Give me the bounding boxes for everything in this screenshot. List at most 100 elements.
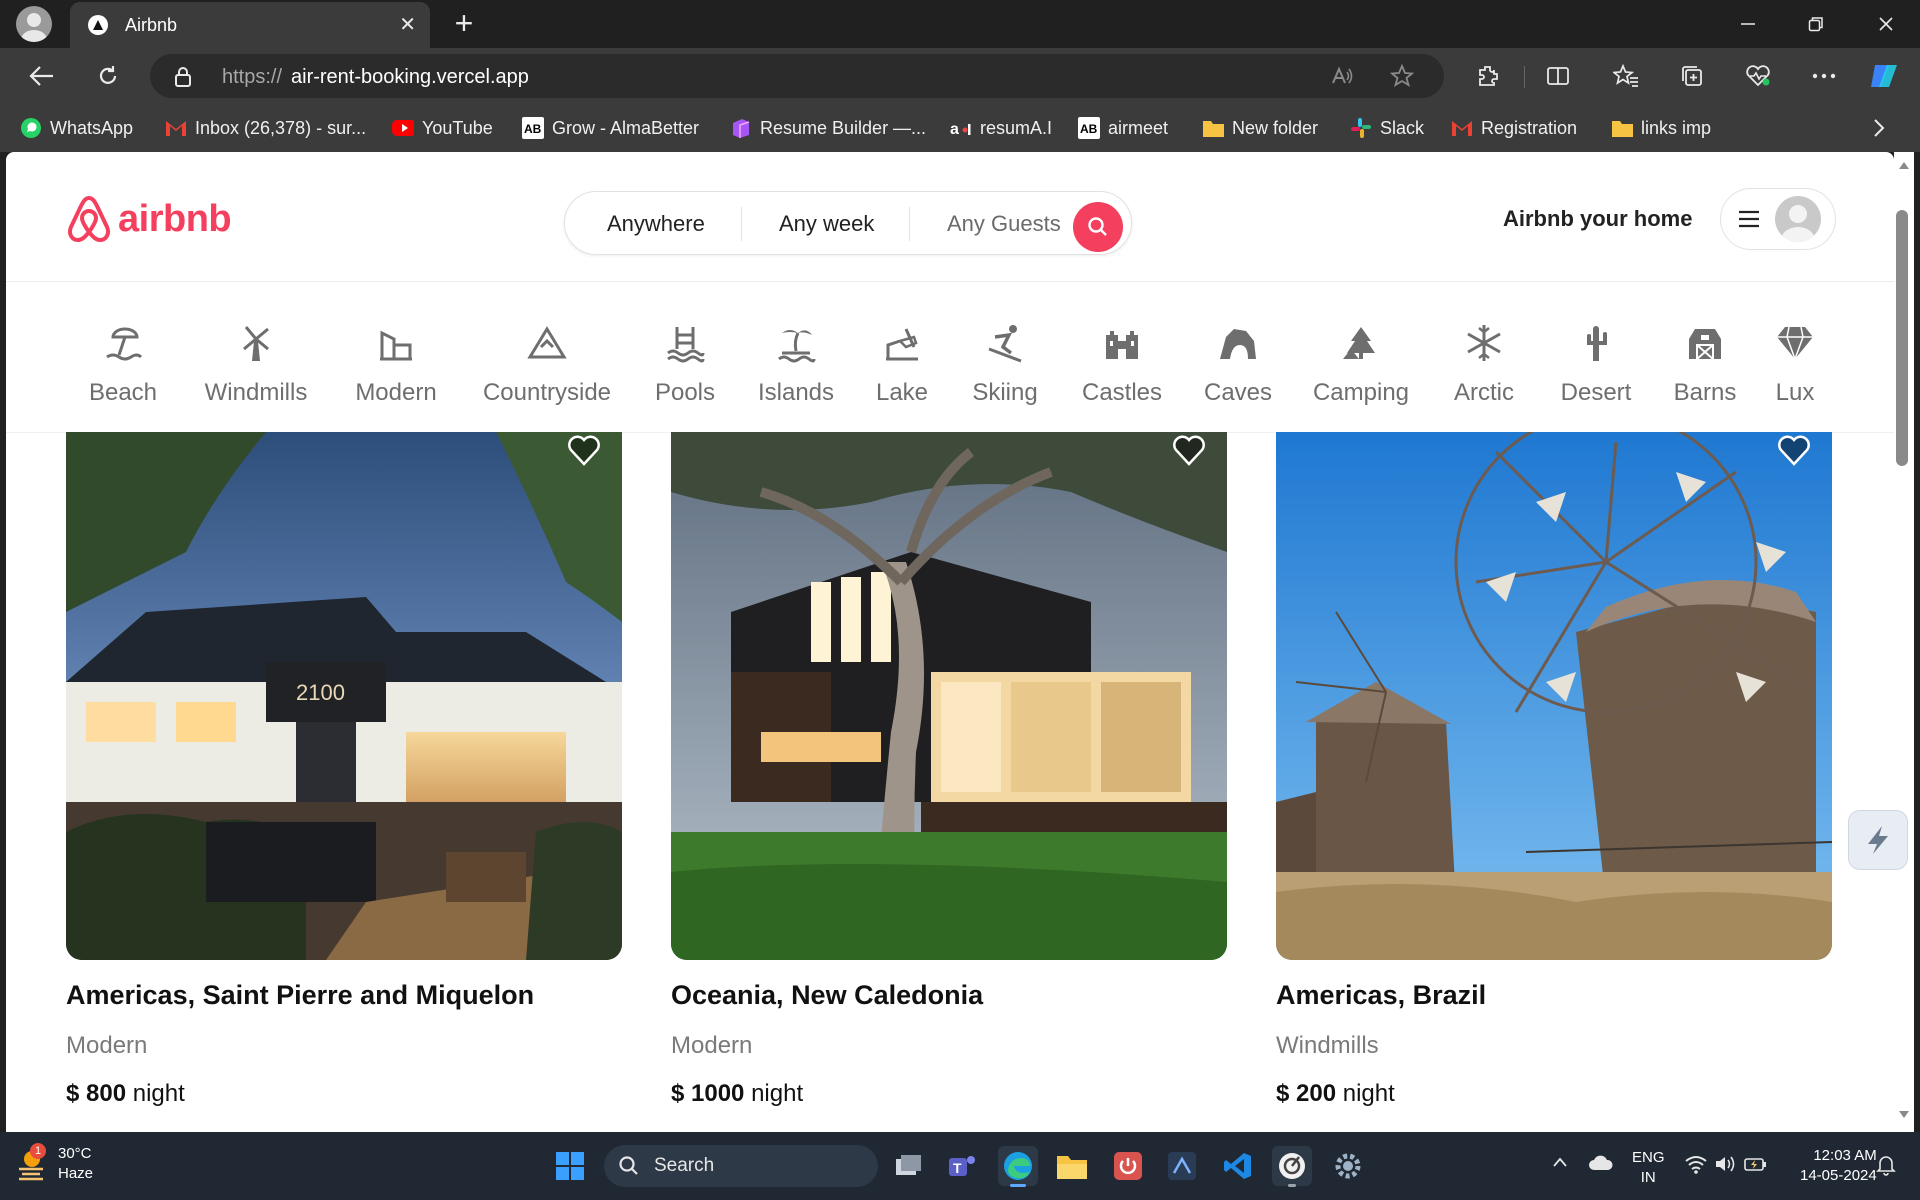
more-options-icon[interactable] xyxy=(1806,58,1842,94)
bookmark-links-imp[interactable]: links imp xyxy=(1611,116,1711,140)
listing-card[interactable]: Oceania, New Caledonia Modern $ 1000 nig… xyxy=(671,432,1227,1132)
recording-app-icon[interactable] xyxy=(1272,1146,1312,1187)
category-beach[interactable]: Beach xyxy=(70,283,176,433)
onedrive-icon[interactable] xyxy=(1588,1154,1614,1172)
search-button[interactable] xyxy=(1073,202,1123,252)
new-tab-button[interactable]: + xyxy=(448,7,480,40)
category-camping[interactable]: Camping xyxy=(1306,283,1416,433)
gmail-icon xyxy=(1451,117,1473,139)
volume-icon[interactable] xyxy=(1714,1154,1736,1174)
code-tool-icon[interactable] xyxy=(1162,1146,1202,1186)
split-screen-icon[interactable] xyxy=(1540,58,1576,94)
heart-icon[interactable] xyxy=(1171,432,1207,468)
bookmark-new-folder[interactable]: New folder xyxy=(1202,116,1318,140)
scrollbar-thumb[interactable] xyxy=(1896,210,1908,466)
taskbar-search[interactable]: Search xyxy=(604,1145,878,1187)
favorites-icon[interactable] xyxy=(1608,58,1644,94)
airbnb-logo[interactable]: airbnb xyxy=(66,194,232,244)
listing-location: Americas, Brazil xyxy=(1276,980,1487,1010)
copilot-icon[interactable] xyxy=(1866,58,1902,94)
language-indicator[interactable]: ENG IN xyxy=(1632,1148,1665,1188)
clock[interactable]: 12:03 AM 14-05-2024 xyxy=(1800,1146,1877,1186)
bookmark-slack[interactable]: Slack xyxy=(1350,116,1424,140)
listing-location: Oceania, New Caledonia xyxy=(671,980,984,1010)
category-lake[interactable]: Lake xyxy=(870,283,934,433)
category-modern[interactable]: Modern xyxy=(348,283,444,433)
refresh-icon[interactable] xyxy=(90,58,126,94)
scroll-up-icon[interactable] xyxy=(1898,160,1910,170)
airbnb-your-home-link[interactable]: Airbnb your home xyxy=(1503,206,1692,232)
category-arctic[interactable]: Arctic xyxy=(1442,283,1526,433)
guests-filter[interactable]: Any Guests xyxy=(947,192,1061,256)
island-icon xyxy=(774,321,818,365)
category-countryside[interactable]: Countryside xyxy=(476,283,618,433)
modern-house-photo xyxy=(671,432,1227,960)
scroll-down-icon[interactable] xyxy=(1898,1110,1910,1120)
folder-icon xyxy=(1611,117,1633,139)
vscode-icon[interactable] xyxy=(1218,1146,1258,1186)
tab-close-icon[interactable]: ✕ xyxy=(399,13,416,37)
battery-icon[interactable] xyxy=(1744,1154,1768,1174)
close-window-icon[interactable] xyxy=(1858,6,1914,42)
back-icon[interactable] xyxy=(24,58,60,94)
category-pools[interactable]: Pools xyxy=(646,283,724,433)
search-bar[interactable]: Anywhere Any week Any Guests xyxy=(564,191,1132,255)
bookmark-resume-builder[interactable]: Resume Builder —... xyxy=(730,116,926,140)
heart-icon[interactable] xyxy=(566,432,602,468)
bookmark-whatsapp[interactable]: WhatsApp xyxy=(20,116,133,140)
teams-icon[interactable]: T xyxy=(942,1146,982,1186)
listing-card[interactable]: Americas, Brazil Windmills $ 200 night xyxy=(1276,432,1832,1132)
notification-bell-icon[interactable] xyxy=(1876,1154,1896,1176)
settings-gear-icon[interactable] xyxy=(1328,1146,1368,1186)
windows-start-icon[interactable] xyxy=(550,1146,590,1186)
bookmark-resumai[interactable]: a resumA.I xyxy=(950,116,1052,140)
category-barns[interactable]: Barns xyxy=(1666,283,1744,433)
site-header: airbnb Anywhere Any week Any Guests Airb… xyxy=(6,152,1894,282)
category-skiing[interactable]: Skiing xyxy=(964,283,1046,433)
category-windmills[interactable]: Windmills xyxy=(194,283,318,433)
category-caves[interactable]: Caves xyxy=(1196,283,1280,433)
search-icon xyxy=(619,1156,638,1175)
resumai-icon: a xyxy=(950,117,972,139)
bookmarks-overflow-chevron-icon[interactable] xyxy=(1872,116,1886,140)
address-bar[interactable]: https:// air-rent-booking.vercel.app xyxy=(150,54,1444,98)
bookmark-youtube[interactable]: YouTube xyxy=(392,116,493,140)
modern-icon xyxy=(374,321,418,365)
office-app-icon[interactable] xyxy=(1108,1146,1148,1186)
category-castles[interactable]: Castles xyxy=(1074,283,1170,433)
url-scheme: https:// xyxy=(222,66,283,88)
category-desert[interactable]: Desert xyxy=(1552,283,1640,433)
extensions-icon[interactable] xyxy=(1470,58,1506,94)
anywhere-filter[interactable]: Anywhere xyxy=(607,192,705,256)
tray-overflow-chevron-icon[interactable] xyxy=(1552,1156,1568,1168)
listing-card[interactable]: 2100 Americas, Saint Pierre and Miquelon… xyxy=(66,432,622,1132)
windmills-photo xyxy=(1276,432,1832,960)
category-lux[interactable]: Lux xyxy=(1770,283,1820,433)
listing-price: $ 1000 night xyxy=(671,1080,804,1107)
browser-tab[interactable]: Airbnb ✕ xyxy=(70,2,430,48)
user-menu-button[interactable] xyxy=(1720,188,1836,250)
bookmark-airmeet[interactable]: AB airmeet xyxy=(1078,116,1168,140)
bookmark-almabetter[interactable]: AB Grow - AlmaBetter xyxy=(522,116,699,140)
bookmark-registration[interactable]: Registration xyxy=(1451,116,1577,140)
weather-haze-icon: 1 xyxy=(16,1143,46,1181)
favorite-star-icon[interactable] xyxy=(1390,64,1414,88)
weather-widget[interactable]: 1 30°C Haze xyxy=(16,1143,93,1184)
any-week-filter[interactable]: Any week xyxy=(779,192,874,256)
edge-browser-icon[interactable] xyxy=(998,1146,1038,1187)
file-explorer-icon[interactable] xyxy=(1052,1146,1092,1186)
collections-icon[interactable] xyxy=(1674,58,1710,94)
task-view-icon[interactable] xyxy=(888,1146,928,1186)
browser-essentials-icon[interactable] xyxy=(1740,58,1776,94)
floating-assistant-button[interactable] xyxy=(1848,810,1908,870)
heart-icon[interactable] xyxy=(1776,432,1812,468)
wifi-icon[interactable] xyxy=(1684,1154,1708,1174)
bookmark-inbox[interactable]: Inbox (26,378) - sur... xyxy=(165,116,366,140)
browser-profile-avatar[interactable] xyxy=(16,6,52,42)
listing-category: Windmills xyxy=(1276,1032,1379,1059)
minimize-icon[interactable] xyxy=(1720,6,1776,42)
lock-icon[interactable] xyxy=(174,66,192,88)
restore-icon[interactable] xyxy=(1788,6,1844,42)
read-aloud-icon[interactable] xyxy=(1330,64,1354,88)
category-islands[interactable]: Islands xyxy=(754,283,838,433)
